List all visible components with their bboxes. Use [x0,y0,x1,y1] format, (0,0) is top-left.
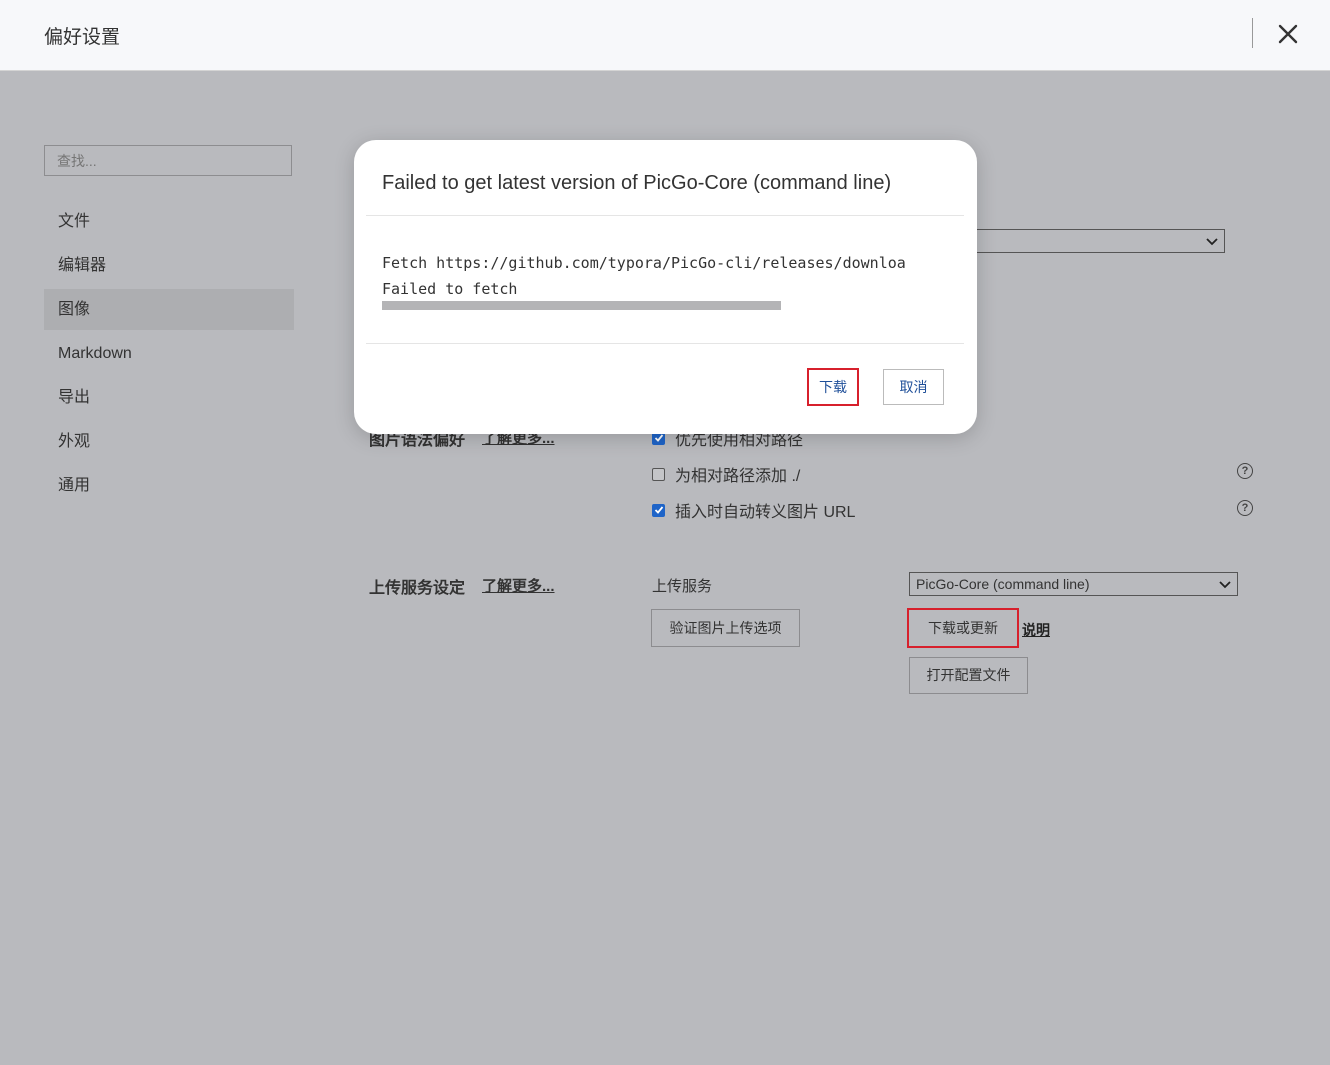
check-icon [654,506,663,514]
chevron-down-icon [1206,238,1218,246]
upload-service-select[interactable]: PicGo-Core (command line) [909,572,1238,596]
dialog-title: Failed to get latest version of PicGo-Co… [382,172,892,194]
close-button[interactable] [1272,18,1304,50]
search-input[interactable] [44,145,292,176]
open-config-button[interactable]: 打开配置文件 [909,657,1028,694]
upload-learn-more[interactable]: 了解更多... [482,575,555,596]
sidebar-item-appearance[interactable]: 外观 [44,421,294,462]
sidebar-item-image[interactable]: 图像 [44,289,294,330]
checkbox-escape-url[interactable] [652,503,665,517]
dialog-divider [366,215,964,216]
verify-upload-button[interactable]: 验证图片上传选项 [651,609,800,647]
image-insert-select[interactable] [960,229,1225,253]
checkbox-add-dot-slash[interactable] [652,467,665,481]
option-escape-url[interactable]: 插入时自动转义图片 URL [652,498,855,522]
cancel-button[interactable]: 取消 [883,369,944,405]
option-escape-url-label: 插入时自动转义图片 URL [675,504,856,521]
sidebar-item-file[interactable]: 文件 [44,201,294,242]
dialog-divider [366,343,964,344]
option-add-dot-slash-label: 为相对路径添加 ./ [675,468,801,485]
sidebar-item-general[interactable]: 通用 [44,465,294,506]
log-line: Fetch https://github.com/typora/PicGo-cl… [382,254,906,272]
download-update-button[interactable]: 下载或更新 [907,608,1019,648]
title-bar: 偏好设置 [0,0,1330,71]
dialog-log: Fetch https://github.com/typora/PicGo-cl… [382,250,950,302]
check-icon [654,434,663,442]
window-title: 偏好设置 [44,27,121,48]
download-progress-bar [382,301,781,310]
help-icon[interactable]: ? [1237,463,1253,479]
sidebar-item-markdown[interactable]: Markdown [44,333,294,374]
log-line: Failed to fetch [382,280,518,298]
help-icon[interactable]: ? [1237,500,1253,516]
download-button[interactable]: 下载 [807,368,859,406]
chevron-down-icon [1219,581,1231,589]
sidebar-nav: 文件 编辑器 图像 Markdown 导出 外观 通用 [44,201,294,509]
sidebar-item-export[interactable]: 导出 [44,377,294,418]
upload-service-value: PicGo-Core (command line) [916,576,1090,592]
title-divider [1252,18,1253,48]
close-icon [1278,24,1298,44]
error-dialog: Failed to get latest version of PicGo-Co… [354,140,977,434]
sidebar-item-editor[interactable]: 编辑器 [44,245,294,286]
upload-settings-title: 上传服务设定 [369,580,466,597]
progress-fill [382,301,781,310]
upload-service-label: 上传服务 [652,578,713,595]
help-link[interactable]: 说明 [1022,620,1050,640]
option-add-dot-slash[interactable]: 为相对路径添加 ./ [652,462,800,486]
